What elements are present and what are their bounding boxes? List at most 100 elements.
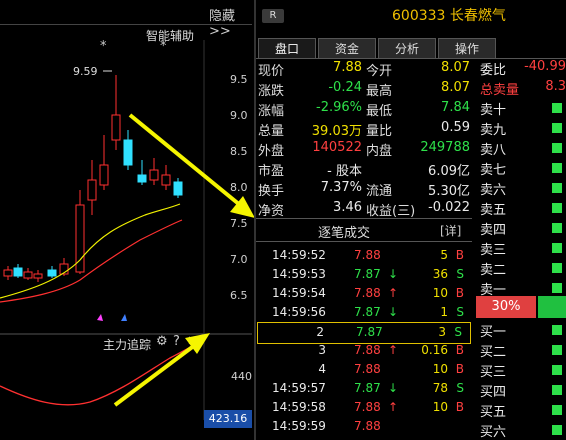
- book-bar: [552, 203, 562, 213]
- trade-row[interactable]: 14:59:56 7.87 ↓ 1 S: [256, 303, 472, 323]
- book-row: 买二: [474, 340, 566, 360]
- trade-side: S: [456, 381, 464, 395]
- trade-arrow-icon: ↓: [388, 267, 399, 281]
- trade-row[interactable]: 4 7.88 10 B: [256, 360, 472, 380]
- ratio-label: 30%: [476, 296, 536, 318]
- quote-label: 收益(三): [366, 204, 416, 219]
- trade-row[interactable]: 14:59:54 7.88 ↑ 10 B: [256, 284, 472, 304]
- trade-arrow-icon: ↑: [388, 400, 399, 414]
- quote-value: - 股本: [327, 164, 362, 179]
- trade-time: 4: [318, 362, 326, 376]
- trade-row[interactable]: 14:59:58 7.88 ↑ 10 B: [256, 398, 472, 418]
- kline-chart-panel[interactable]: 隐藏>> 智能辅助 * * 9.59 9.5 9.0 8.5 8.0 7.5 7.0 6.5…: [0, 0, 255, 440]
- book-bar: [552, 263, 562, 273]
- quote-value: 39.03万: [311, 124, 362, 139]
- book-label: 卖八: [480, 143, 507, 158]
- trade-price: 7.87: [354, 305, 381, 319]
- book-row: 卖八: [474, 138, 566, 158]
- tab-operate[interactable]: 操作: [438, 38, 496, 59]
- quote-row: 换手 7.37% 流通 5.30亿: [258, 180, 470, 200]
- stock-code: 600333 长春燃气: [392, 8, 506, 24]
- trade-arrow-icon: ↑: [388, 343, 399, 357]
- price-tick: 9.5: [230, 73, 248, 86]
- book-bar: [552, 163, 562, 173]
- trade-side: S: [454, 325, 462, 339]
- book-label: 卖七: [480, 163, 507, 178]
- tab-pankou[interactable]: 盘口: [258, 38, 316, 59]
- trade-side: B: [455, 286, 464, 300]
- book-row: 买一: [474, 320, 566, 340]
- trade-side: S: [456, 267, 464, 281]
- trade-price: 7.87: [354, 267, 381, 281]
- book-value: -40.99: [524, 59, 566, 74]
- quote-label: 今开: [366, 64, 393, 79]
- quote-value: 249788: [420, 140, 470, 155]
- buy-sell-ratio-bar: 30%: [476, 296, 566, 318]
- book-bar: [552, 103, 562, 113]
- quote-label: 现价: [258, 64, 285, 79]
- trade-row[interactable]: 14:59:52 7.88 5 B: [256, 246, 472, 266]
- trade-side: B: [455, 400, 464, 414]
- book-label: 卖九: [480, 123, 507, 138]
- trade-price: 7.87: [354, 381, 381, 395]
- trade-side: B: [455, 362, 464, 376]
- trade-row[interactable]: 3 7.88 ↑ 0.16 B: [256, 341, 472, 361]
- trade-time: 14:59:54: [272, 286, 326, 300]
- trade-volume: 10: [432, 286, 448, 300]
- book-bar: [552, 243, 562, 253]
- quote-label: 总量: [258, 124, 285, 139]
- book-bar: [552, 345, 562, 355]
- quote-label: 最高: [366, 84, 393, 99]
- book-bar: [552, 365, 562, 375]
- book-bar: [552, 325, 562, 335]
- trades-title: 逐笔成交: [318, 226, 371, 241]
- tab-analysis[interactable]: 分析: [378, 38, 436, 59]
- quote-row: 涨幅 -2.96% 最低 7.84: [258, 100, 470, 120]
- ratio-fill: [538, 296, 566, 318]
- trade-time: 3: [318, 343, 326, 357]
- trade-price: 7.88: [354, 286, 381, 300]
- hide-panel-button[interactable]: 隐藏>>: [209, 5, 252, 39]
- candle: [13, 267, 23, 277]
- r-badge: R: [262, 9, 284, 23]
- book-bar: [552, 183, 562, 193]
- trade-volume: 10: [432, 362, 448, 376]
- book-row: 卖四: [474, 218, 566, 238]
- book-row: 卖二: [474, 258, 566, 278]
- book-bar: [552, 283, 562, 293]
- book-label: 买六: [480, 425, 507, 440]
- quote-value: 7.84: [441, 100, 470, 115]
- book-row: 委比 -40.99: [474, 58, 566, 78]
- trade-price: 7.88: [354, 343, 381, 357]
- book-label: 卖十: [480, 103, 507, 118]
- trade-time: 14:59:53: [272, 267, 326, 281]
- candle: [3, 269, 13, 277]
- quote-label: 市盈: [258, 164, 285, 179]
- candle: [87, 179, 97, 201]
- trade-volume: 0.16: [421, 343, 448, 357]
- book-bar: [552, 143, 562, 153]
- quote-row: 总量 39.03万 量比 0.59: [258, 120, 470, 140]
- trade-row[interactable]: 14:59:57 7.87 ↓ 78 S: [256, 379, 472, 399]
- tab-funds[interactable]: 资金: [318, 38, 376, 59]
- trade-volume: 1: [440, 305, 448, 319]
- trades-detail-link[interactable]: [详]: [440, 222, 461, 239]
- book-row: 卖三: [474, 238, 566, 258]
- book-label: 买四: [480, 385, 507, 400]
- quote-value: -2.96%: [316, 100, 362, 115]
- quote-row: 涨跌 -0.24 最高 8.07: [258, 80, 470, 100]
- trade-price: 7.88: [354, 419, 381, 433]
- trade-row[interactable]: 14:59:53 7.87 ↓ 36 S: [256, 265, 472, 285]
- trade-time: 14:59:52: [272, 248, 326, 262]
- trade-row[interactable]: 14:59:59 7.88: [256, 417, 472, 437]
- trade-arrow-icon: ↓: [388, 305, 399, 319]
- quote-value: 7.37%: [320, 180, 362, 195]
- quote-row: 市盈 - 股本 6.09亿: [258, 160, 470, 180]
- book-label: 卖六: [480, 183, 507, 198]
- quote-value: 6.09亿: [428, 164, 470, 179]
- trade-volume: 78: [432, 381, 448, 395]
- star-marker: *: [100, 40, 107, 54]
- quote-value: 8.07: [441, 80, 470, 95]
- trade-price: 7.87: [356, 325, 383, 339]
- book-label: 总卖量: [480, 83, 520, 98]
